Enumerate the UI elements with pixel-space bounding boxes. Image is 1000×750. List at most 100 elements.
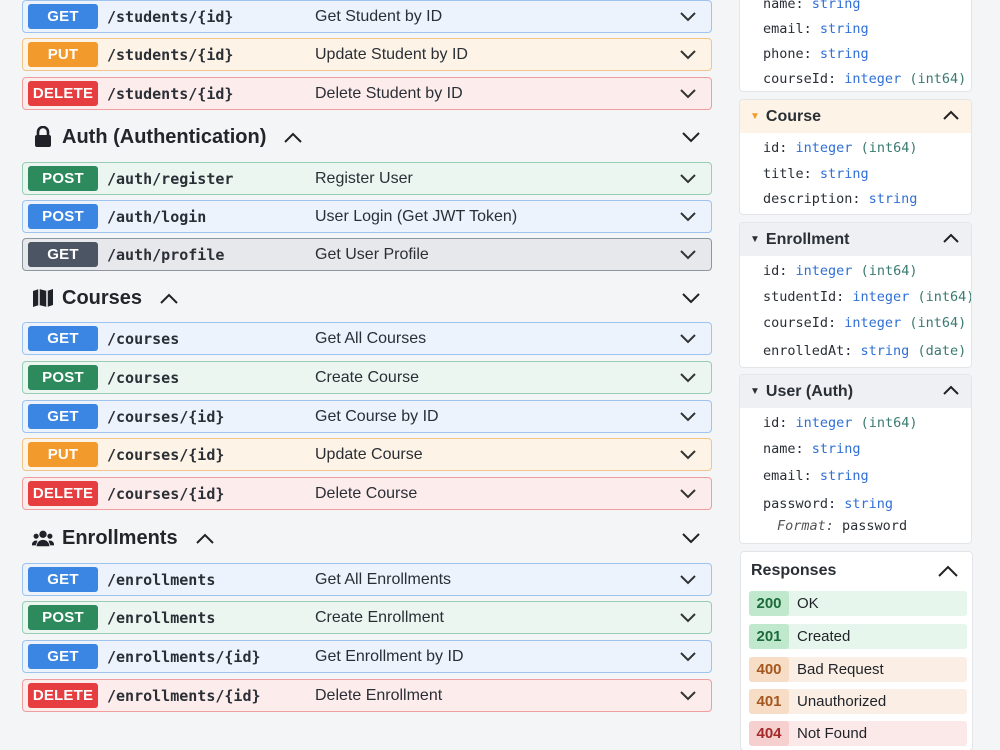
chevron-down-icon[interactable] — [677, 367, 699, 389]
chevron-up-icon[interactable] — [160, 288, 180, 308]
op-path: /courses/{id} — [107, 445, 225, 464]
op-path: /courses/{id} — [107, 407, 225, 426]
op-get-course-by-id[interactable]: GET /courses/{id} Get Course by ID — [22, 400, 712, 433]
chevron-down-icon[interactable] — [677, 244, 699, 266]
op-post-enrollments[interactable]: POST /enrollments Create Enrollment — [22, 601, 712, 634]
response-row: 200 OK — [749, 591, 967, 616]
chevron-up-icon[interactable] — [195, 528, 216, 548]
schema-field: enrolledAt: string (date) — [763, 343, 967, 359]
chevron-down-icon[interactable] — [677, 685, 699, 707]
schema-field: phone: string — [763, 46, 869, 62]
chevron-down-icon[interactable] — [677, 168, 699, 190]
op-delete-student-by-id[interactable]: DELETE /students/{id} Delete Student by … — [22, 77, 712, 110]
chevron-down-icon[interactable] — [677, 44, 699, 66]
op-delete-course[interactable]: DELETE /courses/{id} Delete Course — [22, 477, 712, 510]
status-code: 400 — [749, 657, 789, 682]
chevron-down-icon[interactable] — [677, 83, 699, 105]
method-badge: GET — [28, 404, 98, 429]
chevron-down-icon[interactable] — [680, 287, 702, 309]
schema-field: title: string — [763, 166, 869, 182]
op-path: /students/{id} — [107, 7, 234, 26]
method-badge: GET — [28, 567, 98, 592]
op-get-enrollments[interactable]: GET /enrollments Get All Enrollments — [22, 563, 712, 596]
op-path: /students/{id} — [107, 84, 234, 103]
chevron-up-icon[interactable] — [284, 127, 304, 147]
op-post-courses[interactable]: POST /courses Create Course — [22, 361, 712, 394]
schema-header[interactable]: ▼ Course — [740, 100, 971, 133]
section-courses-header[interactable]: Courses — [32, 282, 702, 314]
chevron-up-icon[interactable] — [943, 230, 959, 248]
op-path: /students/{id} — [107, 45, 234, 64]
section-auth-header[interactable]: Auth (Authentication) — [32, 121, 702, 153]
schema-student-partial: name: string email: string phone: string… — [739, 0, 972, 92]
chevron-down-icon[interactable] — [677, 444, 699, 466]
status-text: Created — [797, 628, 851, 645]
lock-icon — [32, 126, 54, 148]
method-badge: DELETE — [28, 81, 98, 106]
section-title: Auth (Authentication) — [62, 125, 267, 148]
response-row: 201 Created — [749, 624, 967, 649]
op-get-student-by-id[interactable]: GET /students/{id} Get Student by ID — [22, 0, 712, 33]
chevron-down-icon[interactable] — [677, 607, 699, 629]
op-post-auth-login[interactable]: POST /auth/login User Login (Get JWT Tok… — [22, 200, 712, 233]
op-summary: Update Student by ID — [315, 45, 468, 63]
chevron-down-icon[interactable] — [677, 6, 699, 28]
response-row: 401 Unauthorized — [749, 689, 967, 714]
chevron-down-icon[interactable] — [677, 569, 699, 591]
schema-field: name: string — [763, 0, 861, 12]
method-badge: GET — [28, 4, 98, 29]
chevron-down-icon[interactable] — [677, 406, 699, 428]
schema-course: ▼ Course id: integer (int64) title: stri… — [739, 99, 972, 215]
op-get-auth-profile[interactable]: GET /auth/profile Get User Profile — [22, 238, 712, 271]
schema-title: User (Auth) — [765, 382, 854, 400]
response-row: 404 Not Found — [749, 721, 967, 746]
status-text: Unauthorized — [797, 693, 887, 710]
chevron-down-icon[interactable] — [680, 527, 702, 549]
method-badge: GET — [28, 326, 98, 351]
schema-field: email: string — [763, 21, 869, 37]
op-path: /auth/register — [107, 169, 234, 188]
chevron-up-icon[interactable] — [943, 382, 959, 400]
op-path: /auth/profile — [107, 245, 225, 264]
op-delete-enrollment[interactable]: DELETE /enrollments/{id} Delete Enrollme… — [22, 679, 712, 712]
schema-field: password: string — [763, 496, 894, 512]
schema-field: studentId: integer (int64) — [763, 289, 972, 305]
responses-panel: Responses 200 OK 201 Created 400 Bad Reques… — [740, 551, 973, 750]
status-code: 200 — [749, 591, 789, 616]
op-summary: Get Course by ID — [315, 407, 439, 425]
chevron-up-icon[interactable] — [943, 107, 959, 125]
method-badge: DELETE — [28, 683, 98, 708]
op-put-student-by-id[interactable]: PUT /students/{id} Update Student by ID — [22, 38, 712, 71]
op-summary: Delete Course — [315, 484, 418, 502]
op-post-auth-register[interactable]: POST /auth/register Register User — [22, 162, 712, 195]
schema-field: id: integer (int64) — [763, 263, 918, 279]
response-row: 400 Bad Request — [749, 657, 967, 682]
op-put-course[interactable]: PUT /courses/{id} Update Course — [22, 438, 712, 471]
method-badge: PUT — [28, 42, 98, 67]
schema-header[interactable]: ▼ Enrollment — [740, 223, 971, 256]
schema-header[interactable]: ▼ User (Auth) — [740, 375, 971, 408]
chevron-down-icon[interactable] — [680, 126, 702, 148]
schema-field: id: integer (int64) — [763, 415, 918, 431]
schema-field-format: Format: password — [777, 518, 908, 534]
chevron-up-icon[interactable] — [938, 564, 958, 582]
method-badge: GET — [28, 242, 98, 267]
op-summary: Get Student by ID — [315, 7, 443, 25]
status-code: 201 — [749, 624, 789, 649]
op-get-courses[interactable]: GET /courses Get All Courses — [22, 322, 712, 355]
method-badge: POST — [28, 365, 98, 390]
op-summary: Get User Profile — [315, 245, 429, 263]
section-enrollments-header[interactable]: Enrollments — [32, 522, 702, 554]
chevron-down-icon[interactable] — [677, 646, 699, 668]
chevron-down-icon[interactable] — [677, 483, 699, 505]
schema-field: name: string — [763, 441, 861, 457]
schema-user-auth: ▼ User (Auth) id: integer (int64) name: … — [739, 374, 972, 544]
responses-title: Responses — [751, 562, 837, 579]
chevron-down-icon[interactable] — [677, 328, 699, 350]
schema-field: email: string — [763, 468, 869, 484]
status-text: Not Found — [797, 725, 868, 742]
schema-field: courseId: integer (int64) — [763, 71, 967, 87]
chevron-down-icon[interactable] — [677, 206, 699, 228]
method-badge: DELETE — [28, 481, 98, 506]
op-get-enrollment-by-id[interactable]: GET /enrollments/{id} Get Enrollment by … — [22, 640, 712, 673]
